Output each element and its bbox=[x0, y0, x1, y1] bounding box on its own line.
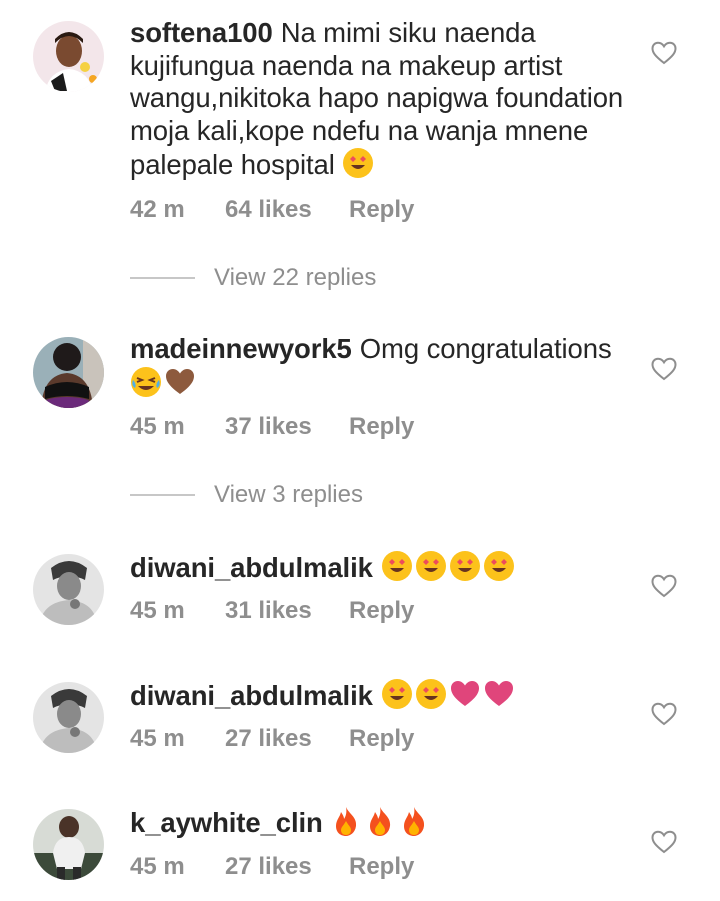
emoji-group bbox=[331, 805, 429, 837]
comment-time: 45 m bbox=[130, 597, 185, 624]
tears-of-joy-emoji-icon bbox=[130, 366, 162, 398]
comment-text: k_aywhite_clin bbox=[130, 805, 630, 840]
pink-heart-emoji-icon bbox=[483, 678, 515, 710]
reply-button[interactable]: Reply bbox=[349, 597, 414, 625]
comment-likes[interactable]: 37 likes bbox=[225, 413, 349, 441]
comment-meta: 42 m 64 likes Reply bbox=[130, 196, 414, 224]
reply-button[interactable]: Reply bbox=[349, 725, 414, 753]
fire-emoji-icon bbox=[399, 805, 429, 837]
heart-eyes-emoji-icon bbox=[483, 550, 515, 582]
heart-eyes-emoji-icon bbox=[415, 550, 447, 582]
emoji-group bbox=[342, 147, 374, 179]
heart-eyes-emoji-icon bbox=[381, 550, 413, 582]
reply-button[interactable]: Reply bbox=[349, 413, 414, 441]
heart-outline-icon[interactable] bbox=[651, 574, 677, 598]
heart-eyes-emoji-icon bbox=[449, 550, 481, 582]
comment-message: Omg congratulations bbox=[359, 333, 612, 364]
comment-time: 45 m bbox=[130, 725, 185, 752]
emoji-group bbox=[130, 366, 196, 398]
emoji-group bbox=[381, 678, 515, 710]
replies-divider bbox=[130, 277, 195, 279]
reply-button[interactable]: Reply bbox=[349, 853, 414, 881]
comment-username[interactable]: diwani_abdulmalik bbox=[130, 552, 373, 583]
heart-eyes-emoji-icon bbox=[342, 147, 374, 179]
emoji-group bbox=[381, 550, 515, 582]
heart-eyes-emoji-icon bbox=[381, 678, 413, 710]
view-replies-button[interactable]: View 3 replies bbox=[130, 480, 363, 510]
pink-heart-emoji-icon bbox=[449, 678, 481, 710]
comment-text: softena100 Na mimi siku naenda kujifungua… bbox=[130, 17, 630, 182]
fire-emoji-icon bbox=[331, 805, 361, 837]
comment-username[interactable]: softena100 bbox=[130, 17, 273, 48]
comment-time: 45 m bbox=[130, 853, 185, 880]
comment-likes[interactable]: 27 likes bbox=[225, 725, 349, 753]
reply-button[interactable]: Reply bbox=[349, 196, 414, 224]
comment-text: diwani_abdulmalik bbox=[130, 550, 630, 585]
view-replies-label[interactable]: View 22 replies bbox=[214, 264, 376, 292]
heart-outline-icon[interactable] bbox=[651, 702, 677, 726]
avatar[interactable] bbox=[33, 554, 104, 625]
brown-heart-emoji-icon bbox=[164, 366, 196, 398]
comment-meta: 45 m 27 likes Reply bbox=[130, 853, 414, 881]
avatar[interactable] bbox=[33, 809, 104, 880]
heart-outline-icon[interactable] bbox=[651, 41, 677, 65]
comment-meta: 45 m 31 likes Reply bbox=[130, 597, 414, 625]
avatar[interactable] bbox=[33, 682, 104, 753]
view-replies-label[interactable]: View 3 replies bbox=[214, 481, 363, 509]
comment-text: madeinnewyork5 Omg congratulations bbox=[130, 333, 630, 400]
avatar[interactable] bbox=[33, 21, 104, 92]
heart-eyes-emoji-icon bbox=[415, 678, 447, 710]
comment-username[interactable]: diwani_abdulmalik bbox=[130, 680, 373, 711]
replies-divider bbox=[130, 494, 195, 496]
comment-likes[interactable]: 64 likes bbox=[225, 196, 349, 224]
view-replies-button[interactable]: View 22 replies bbox=[130, 263, 376, 293]
fire-emoji-icon bbox=[365, 805, 395, 837]
comment-text: diwani_abdulmalik bbox=[130, 678, 630, 713]
comment-likes[interactable]: 31 likes bbox=[225, 597, 349, 625]
heart-outline-icon[interactable] bbox=[651, 357, 677, 381]
comment-likes[interactable]: 27 likes bbox=[225, 853, 349, 881]
heart-outline-icon[interactable] bbox=[651, 830, 677, 854]
comment-meta: 45 m 27 likes Reply bbox=[130, 725, 414, 753]
comment-username[interactable]: madeinnewyork5 bbox=[130, 333, 352, 364]
comment-time: 42 m bbox=[130, 196, 185, 223]
comment-time: 45 m bbox=[130, 413, 185, 440]
comment-username[interactable]: k_aywhite_clin bbox=[130, 807, 323, 838]
comment-meta: 45 m 37 likes Reply bbox=[130, 413, 414, 441]
avatar[interactable] bbox=[33, 337, 104, 408]
